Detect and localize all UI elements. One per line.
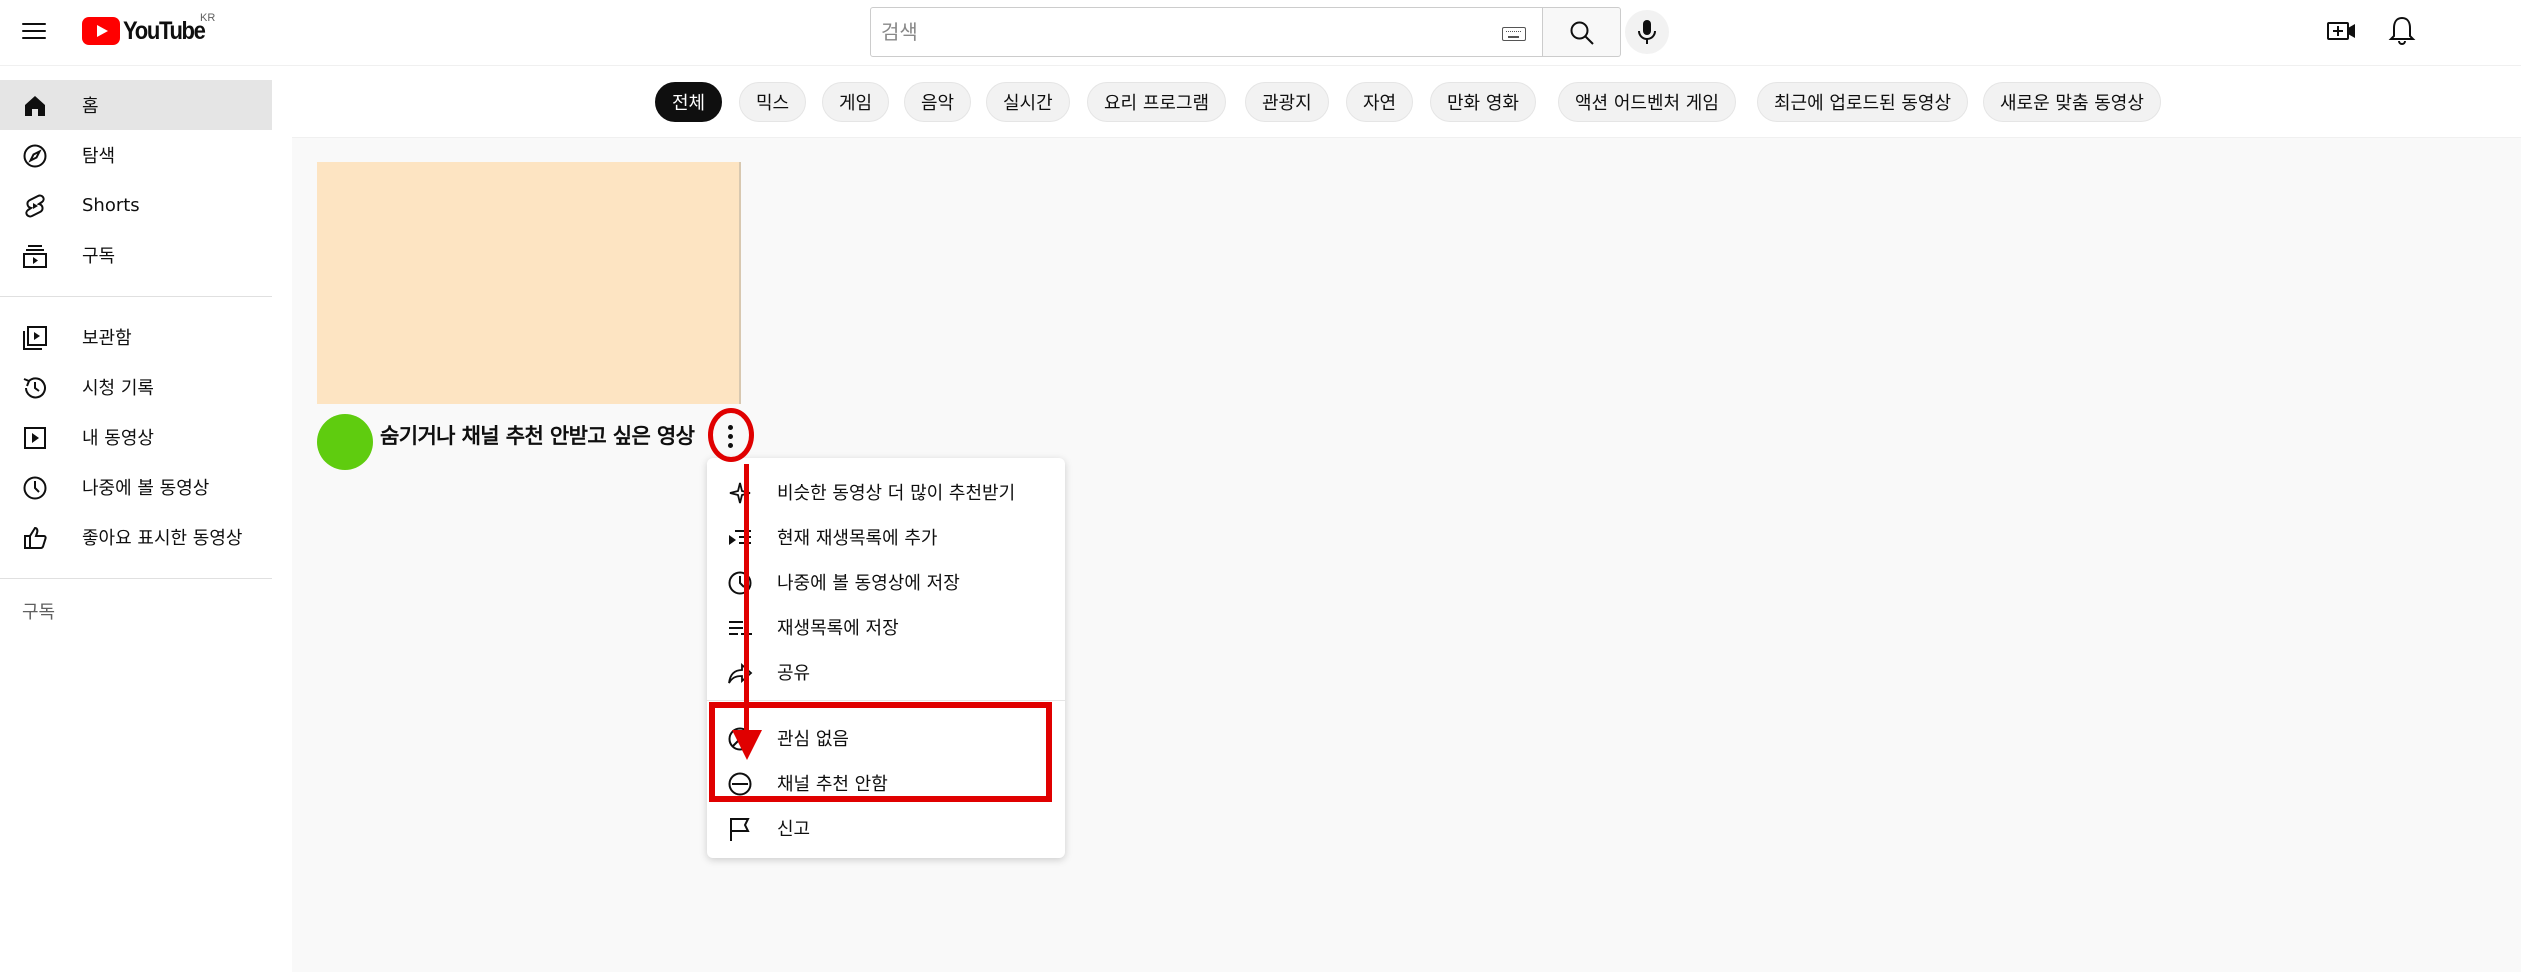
sidebar-item-label: 보관함 <box>82 328 132 349</box>
sidebar-item-your-videos[interactable]: 내 동영상 <box>0 412 272 462</box>
sidebar-item-explore[interactable]: 탐색 <box>0 130 272 180</box>
playlist-add-icon <box>729 621 752 640</box>
menu-item-label: 비슷한 동영상 더 많이 추천받기 <box>777 483 1016 504</box>
sidebar: 홈 탐색 Shorts 구독 보관함 시청 기록 내 동영상 나중에 볼 동영상… <box>0 66 290 972</box>
annotation-highlight-oval <box>708 408 754 462</box>
menu-item-add-to-queue[interactable]: 현재 재생목록에 추가 <box>707 514 1065 559</box>
your-videos-icon <box>24 427 46 449</box>
clock-icon <box>728 571 752 595</box>
create-video-button[interactable] <box>2326 16 2358 46</box>
menu-icon[interactable] <box>22 18 50 46</box>
chip-recently-uploaded[interactable]: 최근에 업로드된 동영상 <box>1757 82 1969 122</box>
library-icon <box>23 326 47 350</box>
menu-item-recommend-more[interactable]: 비슷한 동영상 더 많이 추천받기 <box>707 469 1065 514</box>
main-content: 전체 믹스 게임 음악 실시간 요리 프로그램 관광지 자연 만화 영화 액션 … <box>292 66 2521 972</box>
sidebar-divider <box>0 578 272 579</box>
search-button[interactable] <box>1543 7 1621 57</box>
flag-icon <box>730 818 750 841</box>
menu-item-label: 현재 재생목록에 추가 <box>777 528 938 549</box>
voice-search-button[interactable] <box>1625 10 1669 54</box>
sidebar-item-label: 나중에 볼 동영상 <box>82 478 210 499</box>
sidebar-item-history[interactable]: 시청 기록 <box>0 362 272 412</box>
queue-icon <box>729 530 751 545</box>
video-title[interactable]: 숨기거나 채널 추천 안받고 싶은 영상 <box>380 420 695 450</box>
sidebar-item-label: 시청 기록 <box>82 378 154 399</box>
menu-divider <box>707 700 1065 701</box>
menu-item-label: 재생목록에 저장 <box>777 618 899 639</box>
sidebar-item-watch-later[interactable]: 나중에 볼 동영상 <box>0 462 272 512</box>
home-icon <box>25 96 45 116</box>
chip-all[interactable]: 전체 <box>655 82 723 122</box>
subscriptions-icon <box>23 245 47 268</box>
annotation-arrow <box>744 464 749 734</box>
notifications-button[interactable] <box>2386 14 2418 48</box>
shorts-icon <box>25 194 45 218</box>
sidebar-item-label: 구독 <box>82 246 116 267</box>
sidebar-item-label: 내 동영상 <box>82 428 154 449</box>
menu-item-save-watch-later[interactable]: 나중에 볼 동영상에 저장 <box>707 559 1065 604</box>
compass-icon <box>23 144 47 168</box>
logo-text: YouTube <box>123 16 206 45</box>
sidebar-item-label: 탐색 <box>82 146 116 167</box>
search-input[interactable] <box>871 8 1451 56</box>
chip-animation[interactable]: 만화 영화 <box>1430 82 1536 122</box>
chip-music[interactable]: 음악 <box>904 82 972 122</box>
sparkle-icon <box>729 482 751 504</box>
sidebar-item-library[interactable]: 보관함 <box>0 312 272 362</box>
create-video-icon <box>2327 22 2355 40</box>
sidebar-item-home[interactable]: 홈 <box>0 80 272 130</box>
sidebar-divider <box>0 296 272 297</box>
chip-tourist-spots[interactable]: 관광지 <box>1245 82 1329 122</box>
history-icon <box>23 377 46 399</box>
chip-nature[interactable]: 자연 <box>1346 82 1414 122</box>
top-header: YouTube KR <box>0 0 2521 66</box>
sidebar-item-label: Shorts <box>82 194 140 216</box>
menu-item-report[interactable]: 신고 <box>707 805 1065 850</box>
menu-item-label: 나중에 볼 동영상에 저장 <box>777 573 960 594</box>
microphone-icon <box>1638 20 1656 44</box>
chip-action-adventure[interactable]: 액션 어드벤처 게임 <box>1558 82 1736 122</box>
liked-icon <box>24 526 47 549</box>
annotation-highlight-box <box>709 702 1052 802</box>
menu-item-share[interactable]: 공유 <box>707 649 1065 694</box>
keyboard-icon[interactable] <box>1502 27 1526 41</box>
search-bar <box>870 7 1621 57</box>
youtube-play-icon <box>82 17 120 45</box>
menu-item-label: 신고 <box>777 819 811 840</box>
chip-new-to-you[interactable]: 새로운 맞춤 동영상 <box>1983 82 2161 122</box>
menu-item-label: 공유 <box>777 663 811 684</box>
bell-icon <box>2388 16 2416 45</box>
category-chips-bar: 전체 믹스 게임 음악 실시간 요리 프로그램 관광지 자연 만화 영화 액션 … <box>292 66 2521 138</box>
search-box <box>870 7 1543 57</box>
sidebar-item-subscriptions[interactable]: 구독 <box>0 230 272 280</box>
chip-live[interactable]: 실시간 <box>986 82 1070 122</box>
chip-mix[interactable]: 믹스 <box>739 82 807 122</box>
chip-cooking[interactable]: 요리 프로그램 <box>1087 82 1227 122</box>
share-icon <box>728 662 753 684</box>
sidebar-item-liked-videos[interactable]: 좋아요 표시한 동영상 <box>0 512 272 562</box>
search-icon <box>1570 21 1594 45</box>
sidebar-item-label: 좋아요 표시한 동영상 <box>82 528 243 549</box>
video-thumbnail[interactable] <box>317 162 741 404</box>
chip-gaming[interactable]: 게임 <box>822 82 890 122</box>
youtube-logo[interactable]: YouTube <box>82 16 216 46</box>
sidebar-item-shorts[interactable]: Shorts <box>0 180 272 230</box>
channel-avatar[interactable] <box>317 414 373 470</box>
menu-item-save-playlist[interactable]: 재생목록에 저장 <box>707 604 1065 649</box>
sidebar-item-label: 홈 <box>82 96 99 117</box>
logo-region-code: KR <box>200 12 216 24</box>
watch-later-icon <box>23 476 47 500</box>
subscriptions-section-title: 구독 <box>22 602 56 623</box>
